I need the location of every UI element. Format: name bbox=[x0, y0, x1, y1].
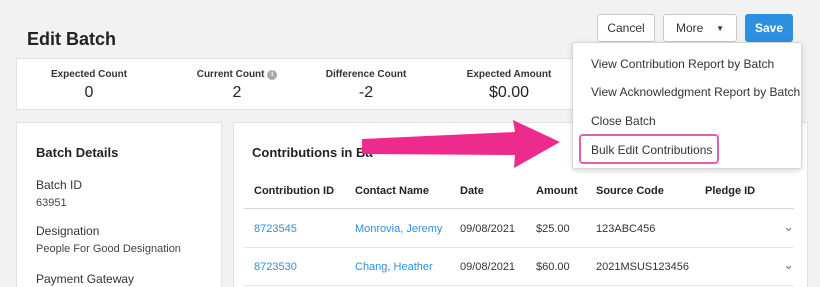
table-row: 8723530 Chang, Heather 09/08/2021 $60.00… bbox=[244, 248, 794, 286]
date-cell: 09/08/2021 bbox=[460, 261, 516, 273]
designation-label: Designation bbox=[36, 224, 100, 238]
contact-name-link[interactable]: Chang, Heather bbox=[355, 261, 433, 273]
stat-label: Current Count bbox=[196, 69, 265, 80]
stat-label: Difference Count bbox=[325, 69, 407, 80]
stat-current-count: Current Count i 2 bbox=[167, 69, 307, 102]
page-title: Edit Batch bbox=[27, 29, 117, 49]
contact-name-link[interactable]: Monrovia, Jeremy bbox=[355, 223, 442, 235]
column-header-contribution-id[interactable]: Contribution ID bbox=[254, 185, 334, 197]
source-code-cell: 123ABC456 bbox=[596, 223, 656, 235]
batch-stats-bar: Expected Count 0 Current Count i 2 Diffe… bbox=[16, 58, 586, 110]
stat-label: Expected Count bbox=[50, 69, 128, 80]
batch-details-title: Batch Details bbox=[36, 145, 119, 160]
amount-cell: $25.00 bbox=[536, 223, 570, 235]
designation-value: People For Good Designation bbox=[36, 243, 181, 255]
cancel-button[interactable]: Cancel bbox=[597, 14, 655, 42]
chevron-down-icon[interactable]: ⌄ bbox=[783, 257, 794, 273]
info-icon[interactable]: i bbox=[267, 70, 278, 80]
menu-item-close-batch[interactable]: Close Batch bbox=[591, 114, 656, 128]
menu-item-bulk-edit-contributions[interactable]: Bulk Edit Contributions bbox=[591, 143, 712, 157]
more-button-label: More bbox=[676, 21, 704, 35]
more-button[interactable]: More ▼ bbox=[663, 14, 737, 42]
batch-details-panel: Batch Details Batch ID 63951 Designation… bbox=[16, 122, 222, 287]
column-header-date[interactable]: Date bbox=[460, 185, 484, 197]
stat-expected-count: Expected Count 0 bbox=[19, 69, 159, 102]
column-header-amount[interactable]: Amount bbox=[536, 185, 578, 197]
column-header-pledge-id[interactable]: Pledge ID bbox=[705, 185, 755, 197]
batch-id-label: Batch ID bbox=[36, 178, 83, 192]
table-row: 8723545 Monrovia, Jeremy 09/08/2021 $25.… bbox=[244, 210, 794, 248]
date-cell: 09/08/2021 bbox=[460, 223, 516, 235]
payment-gateway-label: Payment Gateway bbox=[36, 272, 135, 286]
caret-down-icon: ▼ bbox=[716, 24, 724, 33]
column-header-source-code[interactable]: Source Code bbox=[596, 185, 664, 197]
stat-label: Expected Amount bbox=[466, 69, 552, 80]
stat-value: 0 bbox=[84, 84, 94, 101]
menu-item-view-acknowledgment-report[interactable]: View Acknowledgment Report by Batch bbox=[591, 85, 800, 99]
contributions-title: Contributions in Ba bbox=[252, 145, 373, 160]
stat-value: 2 bbox=[232, 84, 242, 101]
source-code-cell: 2021MSUS123456 bbox=[596, 261, 689, 273]
menu-item-view-contribution-report[interactable]: View Contribution Report by Batch bbox=[591, 57, 774, 71]
chevron-down-icon[interactable]: ⌄ bbox=[783, 219, 794, 235]
table-header: Contribution ID Contact Name Date Amount… bbox=[244, 173, 794, 209]
save-button[interactable]: Save bbox=[745, 14, 793, 42]
more-dropdown-menu: View Contribution Report by Batch View A… bbox=[572, 42, 802, 169]
amount-cell: $60.00 bbox=[536, 261, 570, 273]
stat-expected-amount: Expected Amount $0.00 bbox=[439, 69, 579, 102]
stat-difference-count: Difference Count -2 bbox=[296, 69, 436, 102]
batch-id-value: 63951 bbox=[36, 197, 67, 209]
contribution-id-link[interactable]: 8723545 bbox=[254, 223, 297, 235]
contribution-id-link[interactable]: 8723530 bbox=[254, 261, 297, 273]
stat-value: -2 bbox=[358, 84, 374, 101]
stat-value: $0.00 bbox=[488, 84, 530, 101]
column-header-contact-name[interactable]: Contact Name bbox=[355, 185, 429, 197]
